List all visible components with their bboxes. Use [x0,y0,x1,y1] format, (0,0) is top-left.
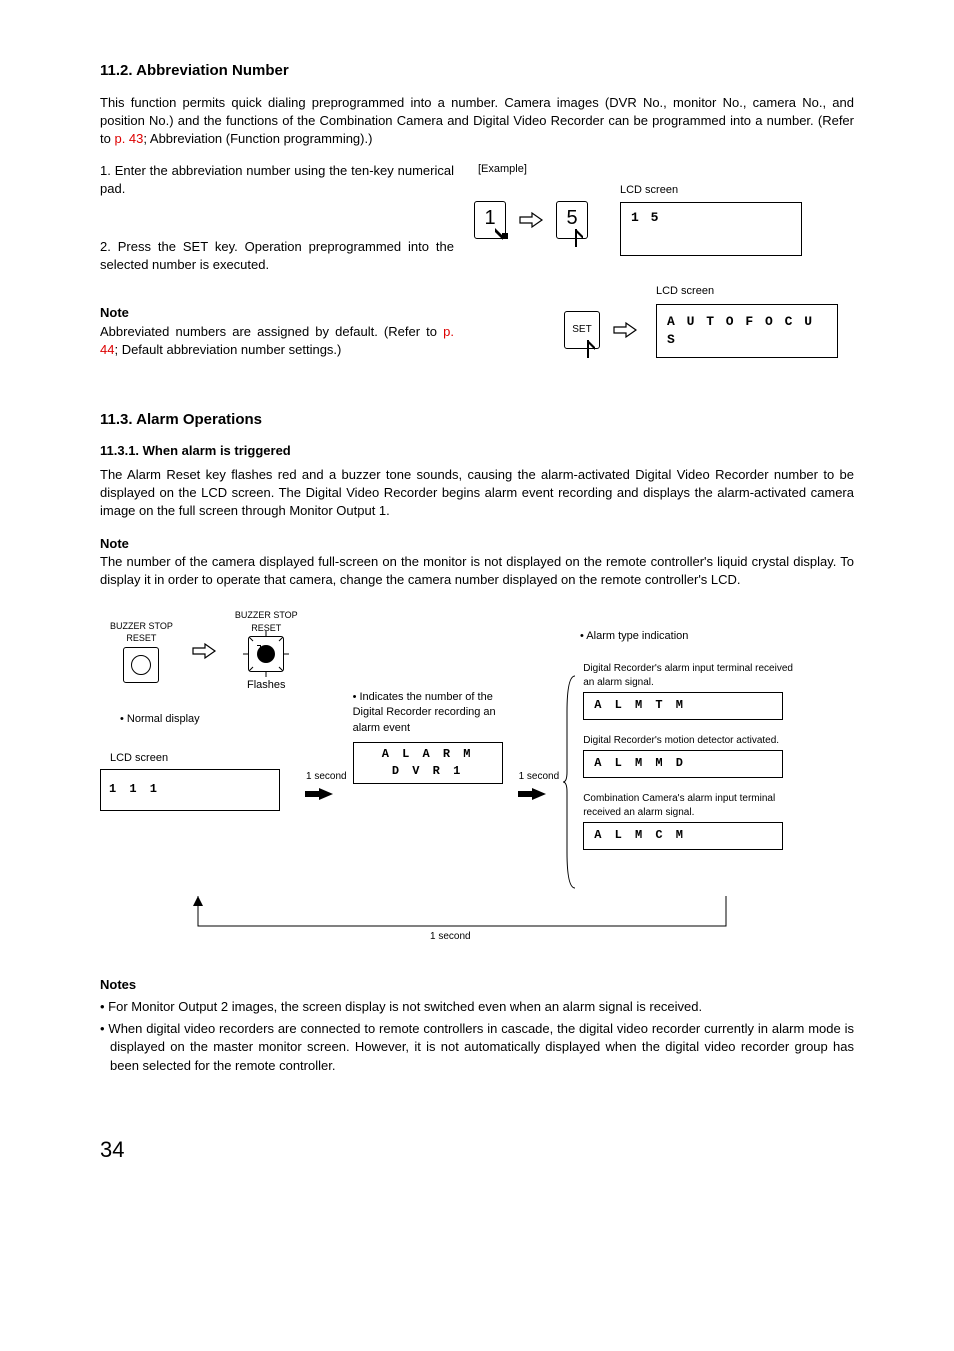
note-block: Note Abbreviated numbers are assigned by… [100,304,454,359]
section-11-3-heading: 11.3. Alarm Operations [100,409,854,430]
section-11-3-1-para: The Alarm Reset key flashes red and a bu… [100,466,854,521]
circle-open-icon [131,655,151,675]
example-label: [Example] [478,162,854,177]
note-block-2: Note The number of the camera displayed … [100,535,854,590]
lcd-screen-label-3: LCD screen [110,751,300,766]
key-1: 1 [474,201,506,239]
one-second-label: 1 second [430,930,471,944]
alm-tm-desc: Digital Recorder's alarm input terminal … [583,662,793,690]
lcd-normal-text: 1 1 1 [109,781,271,798]
one-second-label: 1 second [306,770,347,784]
thick-arrow-icon [319,788,333,800]
flashes-label: Flashes [247,678,286,693]
link-p43[interactable]: p. 43 [114,131,143,146]
one-second-label: 1 second [519,770,560,784]
buzzer-stop-label: BUZZER STOP [110,620,173,633]
lcd-screen-label-2: LCD screen [656,284,838,299]
note-text-2: The number of the camera displayed full-… [100,554,854,587]
buzzer-reset-after: BUZZER STOP RESET Fla [235,609,298,694]
note-text-a: Abbreviated numbers are assigned by defa… [100,324,443,339]
press-hand-icon [587,339,605,366]
circle-filled-icon [257,645,275,663]
lcd-alarm-line2: D V R 1 [392,763,463,780]
lcd-alarm: A L A R M D V R 1 [353,742,503,784]
press-hand-icon [575,228,593,255]
arrow-right-icon [518,211,544,229]
lcd-normal: 1 1 1 [100,769,280,811]
indicates-label: • Indicates the number of the Digital Re… [353,690,513,736]
lcd-2-text: A U T O F O C U S [667,313,827,349]
lcd-screen-label-1: LCD screen [620,183,802,198]
buzzer-button-open [123,647,159,683]
section-11-3-1-heading: 11.3.1. When alarm is triggered [100,442,854,460]
arrow-right-icon [191,642,217,660]
alm-tm-text: A L M T M [594,697,686,714]
notes-label: Notes [100,977,136,992]
alarm-diagram: BUZZER STOP RESET BUZZER STOP RESET [100,609,854,952]
alm-cm-text: A L M C M [594,827,686,844]
step-2: 2. Press the SET key. Operation preprogr… [100,238,454,274]
lcd-screen-2: A U T O F O C U S [656,304,838,358]
brace-icon [563,672,577,892]
return-line [190,896,830,956]
reset-label: RESET [126,632,156,645]
intro-text-b: ; Abbreviation (Function programming).) [143,131,372,146]
key-5: 5 [556,201,588,239]
alm-cm-box: A L M C M [583,822,783,850]
key-set: SET [564,311,600,349]
thick-arrow-icon [532,788,546,800]
alarm-type-label: • Alarm type indication [580,629,688,644]
alm-md-desc: Digital Recorder's motion detector activ… [583,734,793,748]
buzzer-reset-before: BUZZER STOP RESET [110,620,173,683]
key-set-label: SET [572,323,591,337]
note-label-2: Note [100,536,129,551]
section-11-2-intro: This function permits quick dialing prep… [100,94,854,149]
buzzer-button-filled [248,636,284,672]
arrow-right-icon [612,321,638,339]
buzzer-stop-label: BUZZER STOP [235,609,298,622]
alm-tm-box: A L M T M [583,692,783,720]
alm-md-box: A L M M D [583,750,783,778]
lcd-1-text: 1 5 [631,209,660,227]
alm-cm-desc: Combination Camera's alarm input termina… [583,792,793,820]
reset-label: RESET [251,622,281,635]
lcd-screen-1: 1 5 [620,202,802,256]
lcd-alarm-line1: A L A R M [382,746,474,763]
alm-md-text: A L M M D [594,755,686,772]
page-number: 34 [100,1135,854,1166]
note-label: Note [100,305,129,320]
step-1: 1. Enter the abbreviation number using t… [100,162,454,198]
section-11-2-heading: 11.2. Abbreviation Number [100,60,854,81]
note-text-b: ; Default abbreviation number settings.) [114,342,341,357]
press-hand-icon [493,228,511,255]
normal-display-label: • Normal display [120,712,300,727]
notes-bullet-1: • For Monitor Output 2 images, the scree… [100,998,854,1016]
notes-bullet-2: • When digital video recorders are conne… [100,1020,854,1075]
